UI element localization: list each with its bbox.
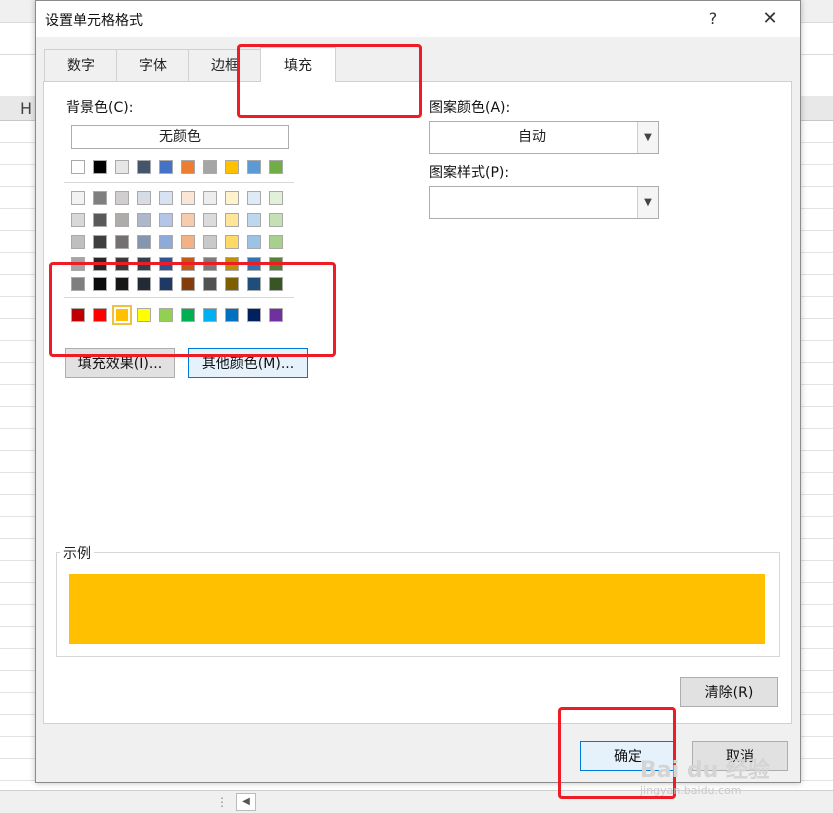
color-swatch[interactable] bbox=[137, 213, 151, 227]
color-swatch[interactable] bbox=[181, 235, 195, 249]
color-swatch[interactable] bbox=[93, 191, 107, 205]
close-button[interactable]: ✕ bbox=[758, 7, 782, 31]
clear-button[interactable]: 清除(R) bbox=[680, 677, 778, 707]
column-header-h[interactable]: H bbox=[20, 99, 32, 118]
color-swatch[interactable] bbox=[115, 191, 129, 205]
pattern-color-dropdown[interactable]: 自动 ▼ bbox=[429, 121, 659, 154]
color-swatch[interactable] bbox=[159, 235, 173, 249]
color-swatch[interactable] bbox=[115, 213, 129, 227]
color-swatch[interactable] bbox=[159, 160, 173, 174]
color-swatch[interactable] bbox=[137, 191, 151, 205]
background-color-label: 背景色(C): bbox=[66, 100, 134, 116]
color-swatch[interactable] bbox=[137, 235, 151, 249]
dialog-titlebar: 设置单元格格式 ? ✕ bbox=[36, 1, 800, 37]
color-swatch[interactable] bbox=[269, 235, 283, 249]
annotation-box-standard-colors bbox=[49, 262, 336, 357]
watermark-brand: Bai du 经验 bbox=[640, 758, 770, 783]
color-swatch[interactable] bbox=[203, 160, 217, 174]
sample-label: 示例 bbox=[60, 543, 94, 563]
color-swatch[interactable] bbox=[93, 235, 107, 249]
chevron-down-icon[interactable]: ▼ bbox=[637, 187, 658, 218]
color-swatch[interactable] bbox=[137, 160, 151, 174]
color-swatch[interactable] bbox=[269, 160, 283, 174]
color-swatch[interactable] bbox=[247, 160, 261, 174]
color-swatch[interactable] bbox=[225, 235, 239, 249]
color-swatch[interactable] bbox=[203, 213, 217, 227]
color-swatch[interactable] bbox=[93, 160, 107, 174]
color-swatch[interactable] bbox=[159, 191, 173, 205]
no-color-button[interactable]: 无颜色 bbox=[71, 125, 289, 149]
tab-number[interactable]: 数字 bbox=[44, 49, 118, 82]
color-swatch[interactable] bbox=[159, 213, 173, 227]
color-swatch[interactable] bbox=[71, 235, 85, 249]
annotation-box-fill-tab bbox=[237, 44, 422, 118]
color-swatch[interactable] bbox=[71, 213, 85, 227]
color-swatch[interactable] bbox=[247, 213, 261, 227]
splitter-handle[interactable]: ⋮ bbox=[216, 795, 228, 809]
chevron-down-icon[interactable]: ▼ bbox=[637, 122, 658, 153]
watermark-url: jingyan.baidu.com bbox=[640, 784, 742, 797]
pattern-color-value: 自动 bbox=[518, 129, 546, 145]
scroll-left-arrow[interactable]: ◀ bbox=[236, 793, 256, 811]
color-swatch[interactable] bbox=[225, 213, 239, 227]
color-swatch[interactable] bbox=[115, 160, 129, 174]
color-swatch[interactable] bbox=[247, 235, 261, 249]
pattern-style-label: 图案样式(P): bbox=[429, 165, 510, 181]
color-swatch[interactable] bbox=[203, 191, 217, 205]
help-button[interactable]: ? bbox=[702, 7, 724, 31]
color-swatch[interactable] bbox=[269, 213, 283, 227]
color-swatch[interactable] bbox=[225, 191, 239, 205]
color-swatch[interactable] bbox=[225, 160, 239, 174]
color-swatch[interactable] bbox=[269, 191, 283, 205]
palette-divider-top bbox=[64, 182, 294, 183]
tab-font[interactable]: 字体 bbox=[116, 49, 190, 82]
sample-preview bbox=[69, 574, 765, 644]
pattern-style-value bbox=[430, 187, 634, 218]
color-swatch[interactable] bbox=[203, 235, 217, 249]
pattern-style-dropdown[interactable]: ▼ bbox=[429, 186, 659, 219]
dialog-title: 设置单元格格式 bbox=[45, 13, 143, 29]
color-swatch[interactable] bbox=[71, 191, 85, 205]
color-swatch[interactable] bbox=[181, 160, 195, 174]
pattern-color-label: 图案颜色(A): bbox=[429, 100, 511, 116]
watermark: Bai du 经验 jingyan.baidu.com bbox=[640, 752, 770, 797]
color-swatch[interactable] bbox=[181, 213, 195, 227]
color-swatch[interactable] bbox=[71, 160, 85, 174]
color-swatch[interactable] bbox=[115, 235, 129, 249]
color-swatch[interactable] bbox=[247, 191, 261, 205]
color-swatch[interactable] bbox=[93, 213, 107, 227]
color-swatch[interactable] bbox=[181, 191, 195, 205]
